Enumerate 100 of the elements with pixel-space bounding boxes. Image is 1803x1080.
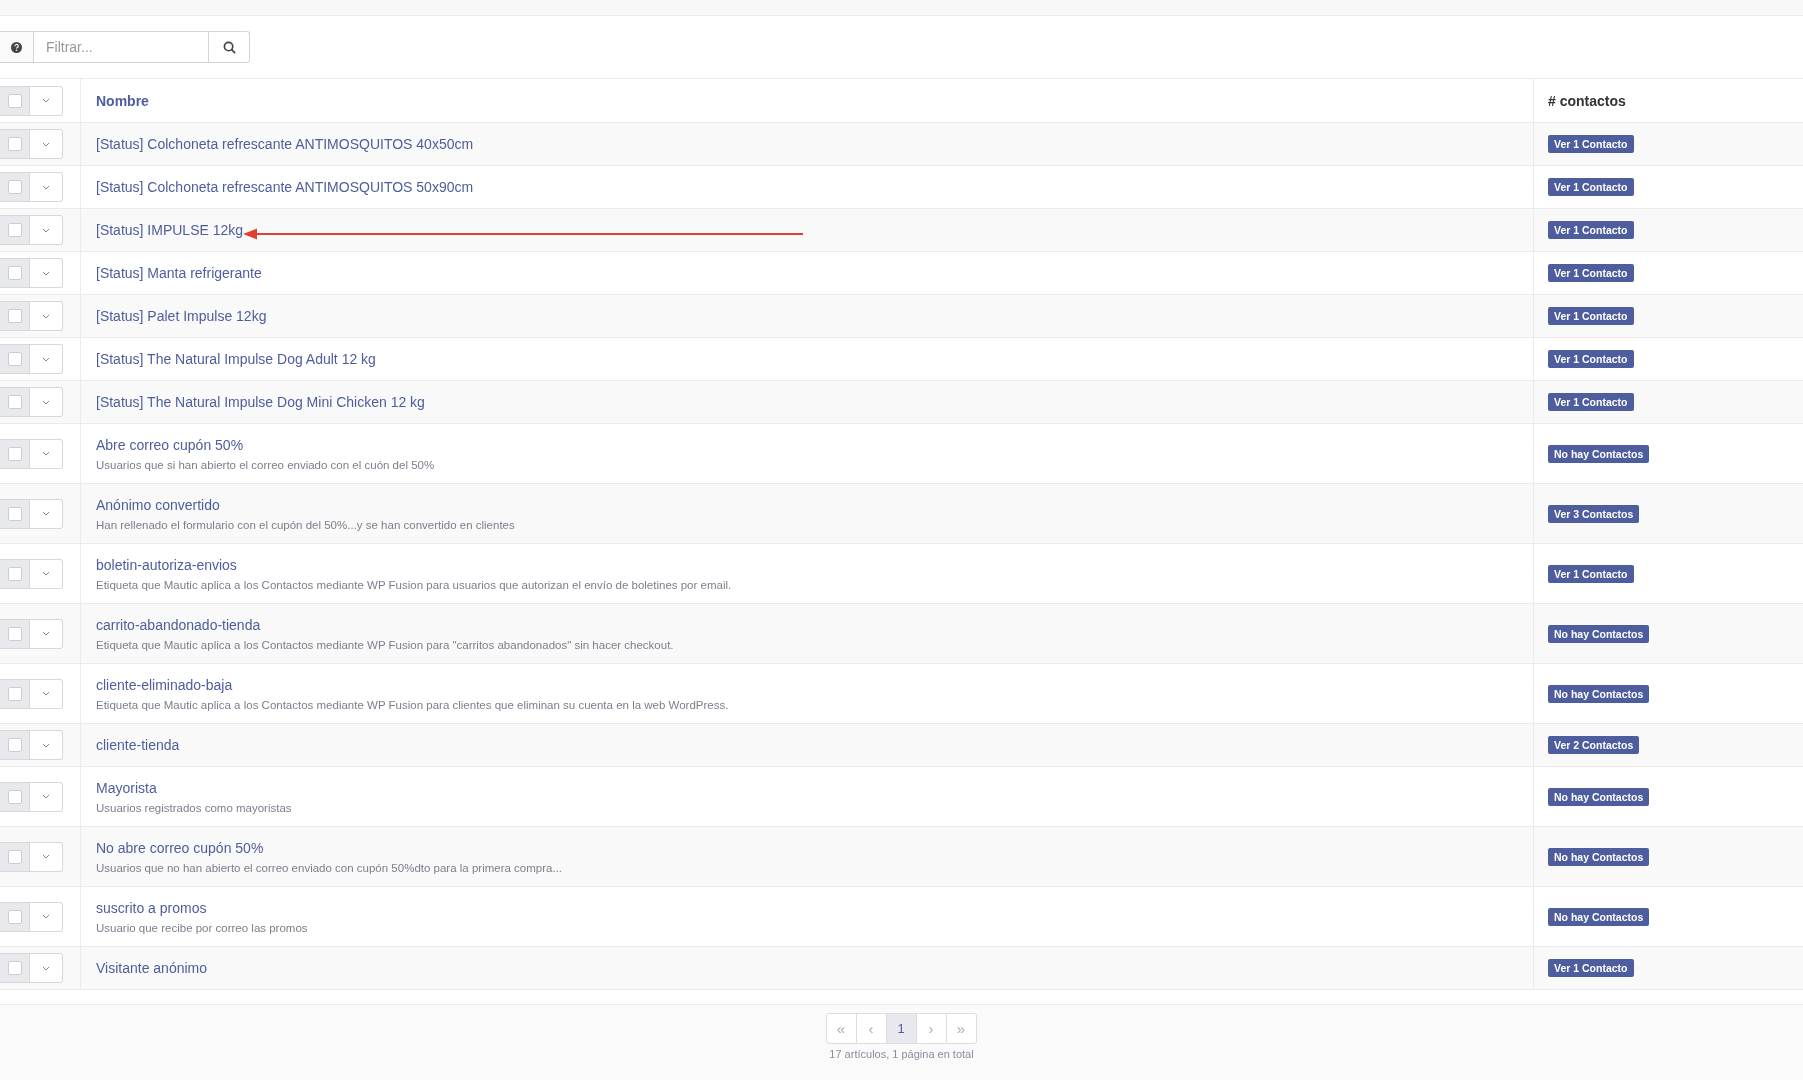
segment-name-link[interactable]: Visitante anónimo [96,960,208,976]
segment-name-link[interactable]: [Status] Manta refrigerante [96,265,262,281]
help-icon [11,41,22,53]
caret-icon [42,742,50,748]
checkbox[interactable] [0,344,30,374]
segment-name-link[interactable]: carrito-abandonado-tienda [96,616,261,633]
caret-icon [42,141,50,147]
contacts-badge[interactable]: Ver 1 Contacto [1548,264,1634,282]
segment-name-link[interactable]: [Status] Palet Impulse 12kg [96,308,267,324]
segment-name-link[interactable]: [Status] The Natural Impulse Dog Mini Chicken 12 kg [96,394,425,410]
checkbox[interactable] [0,215,30,245]
segment-name-link[interactable]: No abre correo cupón 50% [96,839,264,856]
segment-name-link[interactable]: cliente-tienda [96,737,180,753]
caret-icon [42,227,50,233]
checkbox[interactable] [0,258,30,288]
segment-name-link[interactable]: Mayorista [96,779,157,796]
contacts-badge[interactable]: No hay Contactos [1548,847,1650,866]
help-button[interactable] [0,31,33,63]
caret-icon [42,98,50,103]
row-menu-button[interactable] [30,215,63,245]
segment-name-link[interactable]: cliente-eliminado-baja [96,676,233,693]
column-header: # contactos [1548,92,1626,109]
contacts-badge[interactable]: Ver 1 Contacto [1548,307,1634,325]
segment-description: Usuarios que si han abierto el correo enviado con el cuón del 50% [96,458,436,471]
checkbox[interactable] [0,558,30,589]
caret-icon [42,511,50,516]
segment-name-link[interactable]: [Status] Colchoneta refrescante ANTIMOSQUITOS 40x50cm [96,136,474,152]
checkbox[interactable] [0,841,30,872]
contacts-badge[interactable]: Ver 1 Contacto [1548,135,1634,153]
contacts-badge[interactable]: No hay Contactos [1548,684,1650,703]
search-button[interactable] [209,31,250,63]
caret-icon [42,691,50,696]
filter-field[interactable]: Filtrar... [33,31,209,63]
caret-icon [42,854,50,859]
checkbox[interactable] [0,172,30,202]
caret-icon [42,794,50,799]
row-menu-button[interactable] [30,841,63,872]
contacts-badge[interactable]: Ver 1 Contacto [1548,959,1634,977]
caret-icon [42,184,50,190]
contacts-badge[interactable]: No hay Contactos [1548,444,1650,463]
checkbox[interactable] [0,85,30,116]
contacts-badge[interactable]: Ver 1 Contacto [1548,564,1634,583]
row-menu-button[interactable] [30,301,63,331]
checkbox[interactable] [0,953,30,983]
checkbox[interactable] [0,901,30,932]
contacts-badge[interactable]: Ver 1 Contacto [1548,221,1634,239]
checkbox[interactable] [0,781,30,812]
caret-icon [42,313,50,319]
row-menu-button[interactable] [30,618,63,649]
row-menu-button[interactable] [30,344,63,374]
row-menu-button[interactable] [30,438,63,469]
segment-name-link[interactable]: suscrito a promos [96,899,207,916]
segment-name-link[interactable]: Abre correo cupón 50% [96,436,244,453]
segment-description: Han rellenado el formulario con el cupón del 50%...y se han convertido en clientes [96,518,516,531]
row-menu-button[interactable] [30,781,63,812]
search-icon [222,40,236,54]
caret-icon [42,451,50,456]
checkbox[interactable] [0,618,30,649]
caret-icon [42,965,50,971]
column-header[interactable]: Nombre [96,92,149,109]
caret-icon [42,571,50,576]
checkbox[interactable] [0,498,30,529]
segment-description: Etiqueta que Mautic aplica a los Contactos mediante WP Fusion para usuarios que autorizan el envío de boletines por email. [96,578,733,591]
row-menu-button[interactable] [30,901,63,932]
checkbox[interactable] [0,387,30,417]
segment-name-link[interactable]: boletin-autoriza-envios [96,556,237,573]
row-menu-button[interactable] [30,498,63,529]
checkbox[interactable] [0,438,30,469]
segment-name-link[interactable]: [Status] The Natural Impulse Dog Adult 12 kg [96,351,376,367]
contacts-badge[interactable]: No hay Contactos [1548,907,1650,926]
checkbox[interactable] [0,678,30,709]
caret-icon [42,914,50,919]
row-menu-button[interactable] [30,678,63,709]
pagination-button[interactable]: 1 [885,1013,917,1044]
pagination-summary: 17 artículos, 1 página en total [829,1048,974,1060]
row-menu-button[interactable] [30,172,63,202]
contacts-badge[interactable]: No hay Contactos [1548,787,1650,806]
segment-description: Usuarios que no han abierto el correo enviado con cupón 50%dto para la primera compra... [96,861,564,874]
segment-description: Usuarios registrados como mayoristas [96,801,293,814]
row-menu-button[interactable] [30,85,63,116]
row-menu-button[interactable] [30,558,63,589]
contacts-badge[interactable]: Ver 1 Contacto [1548,350,1634,368]
row-menu-button[interactable] [30,129,63,159]
row-menu-button[interactable] [30,953,63,983]
row-menu-button[interactable] [30,730,63,760]
checkbox[interactable] [0,301,30,331]
contacts-badge[interactable]: Ver 1 Contacto [1548,178,1634,196]
row-menu-button[interactable] [30,387,63,417]
contacts-badge[interactable]: Ver 3 Contactos [1548,504,1640,523]
contacts-badge[interactable]: Ver 2 Contactos [1548,736,1640,754]
segment-description: Etiqueta que Mautic aplica a los Contactos mediante WP Fusion para clientes que eliminan su cuenta en la web WordPress. [96,698,730,711]
segment-name-link[interactable]: Anónimo convertido [96,496,220,513]
contacts-badge[interactable]: No hay Contactos [1548,624,1650,643]
caret-icon [42,631,50,636]
checkbox[interactable] [0,730,30,760]
contacts-badge[interactable]: Ver 1 Contacto [1548,393,1634,411]
segment-name-link[interactable]: [Status] Colchoneta refrescante ANTIMOSQUITOS 50x90cm [96,179,474,195]
segment-name-link[interactable]: [Status] IMPULSE 12kg [96,222,244,238]
checkbox[interactable] [0,129,30,159]
row-menu-button[interactable] [30,258,63,288]
